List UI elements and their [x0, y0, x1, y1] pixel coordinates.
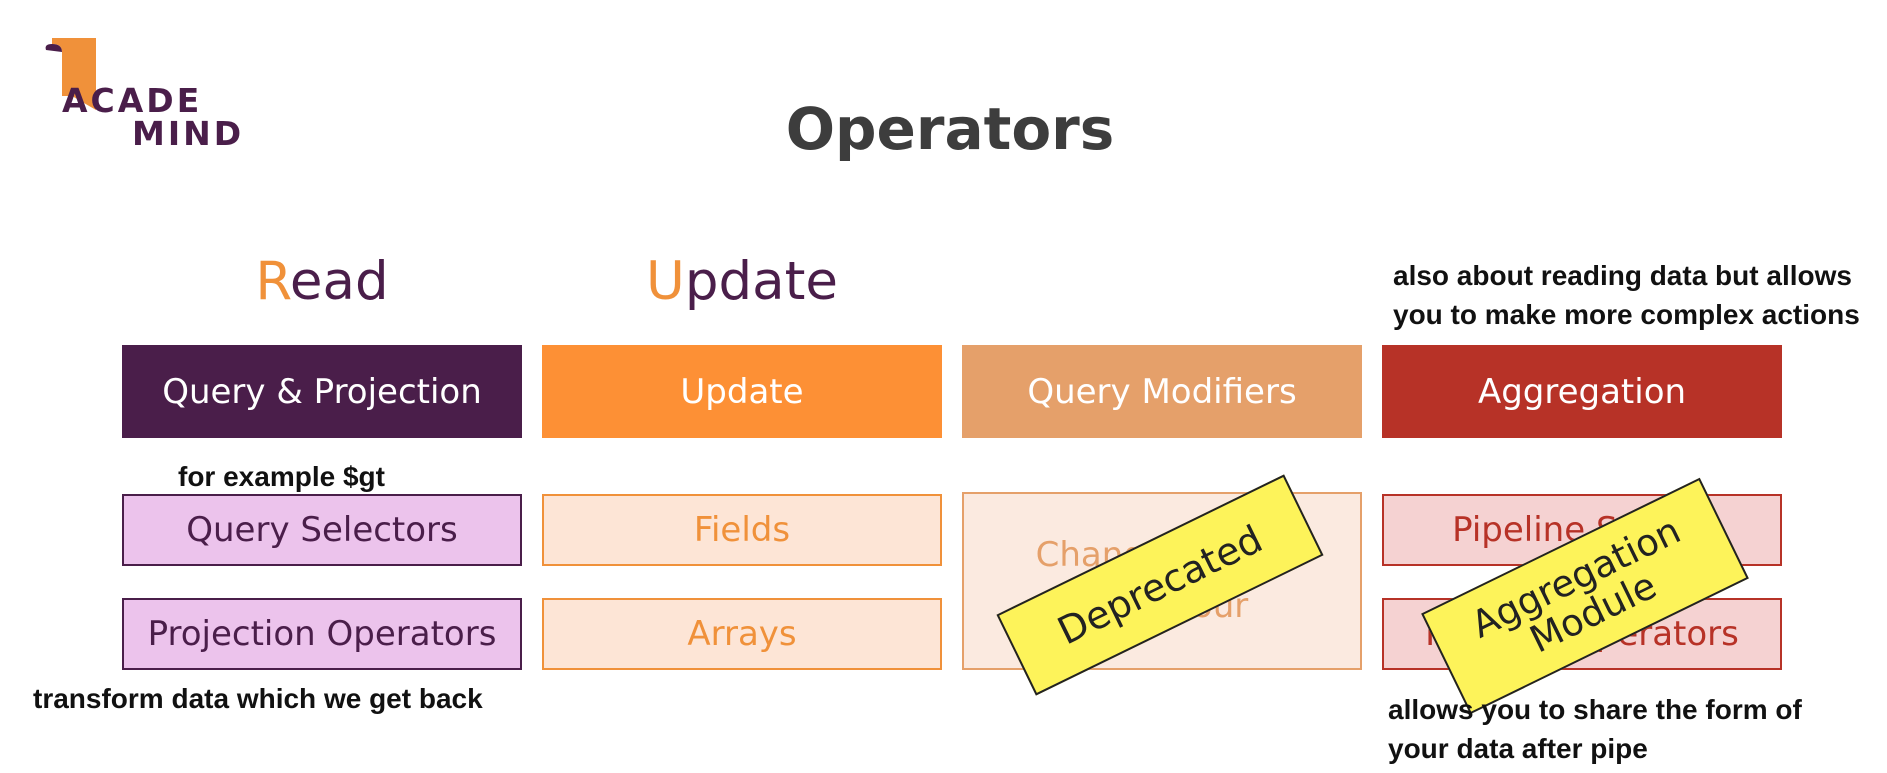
header-update-label: Update: [680, 371, 804, 412]
annotation-aggregation-bottom-line1: allows you to share the form of: [1388, 694, 1802, 725]
annotation-aggregation-top-line1: also about reading data but allows: [1393, 260, 1852, 291]
box-arrays: Arrays: [542, 598, 942, 670]
section-heading-read: Read: [122, 255, 522, 308]
header-update: Update: [542, 345, 942, 438]
box-projection-operators: Projection Operators: [122, 598, 522, 670]
read-rest: ead: [289, 251, 389, 312]
update-rest: pdate: [684, 251, 838, 312]
annotation-projection: transform data which we get back: [33, 683, 483, 714]
box-fields: Fields: [542, 494, 942, 566]
fields-label: Fields: [693, 510, 791, 550]
box-query-selectors: Query Selectors: [122, 494, 522, 566]
projection-operators-label: Projection Operators: [147, 614, 497, 654]
arrays-label: Arrays: [687, 614, 797, 654]
update-first-letter: U: [646, 251, 685, 312]
header-aggregation-label: Aggregation: [1477, 371, 1687, 412]
header-query-projection: Query & Projection: [122, 345, 522, 438]
annotation-aggregation-top-line2: you to make more complex actions: [1393, 299, 1860, 330]
annotation-aggregation-bottom-line2: your data after pipe: [1388, 733, 1648, 764]
section-heading-update: Update: [542, 255, 942, 308]
query-selectors-label: Query Selectors: [186, 510, 458, 550]
header-query-projection-label: Query & Projection: [162, 371, 482, 412]
annotation-query-selectors: for example $gt: [178, 461, 385, 492]
page-title: Operators: [785, 95, 1115, 163]
header-query-modifiers-label: Query Modifiers: [1027, 371, 1297, 412]
header-aggregation: Aggregation: [1382, 345, 1782, 438]
read-first-letter: R: [255, 251, 290, 312]
header-query-modifiers: Query Modifiers: [962, 345, 1362, 438]
